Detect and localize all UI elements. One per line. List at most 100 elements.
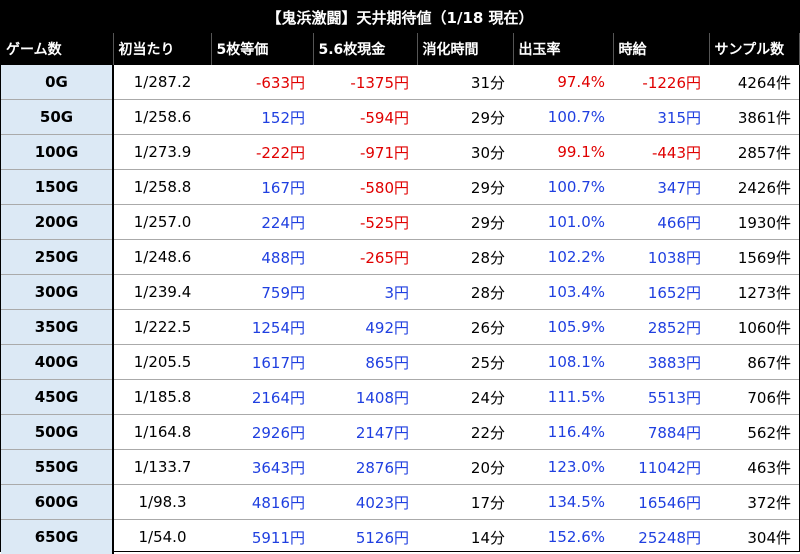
- cell-cash56: 2876円: [313, 450, 417, 485]
- cell-hourly: 1652円: [613, 275, 709, 310]
- cell-game: 250G: [1, 240, 113, 275]
- expected-value-sheet: 【鬼浜激闘】天井期待値（1/18 現在） ゲーム数 初当たり 5枚等価 5.6枚…: [0, 0, 800, 552]
- cell-samples: 4264件: [709, 65, 799, 100]
- cell-cash56: 2147円: [313, 415, 417, 450]
- cell-rate: 108.1%: [513, 345, 613, 380]
- cell-game: 200G: [1, 205, 113, 240]
- cell-game: 450G: [1, 380, 113, 415]
- cell-cash56: 1408円: [313, 380, 417, 415]
- cell-hit: 1/185.8: [113, 380, 211, 415]
- cell-eq5: 2926円: [211, 415, 313, 450]
- col-header-time: 消化時間: [417, 33, 513, 65]
- col-header-samples: サンプル数: [709, 33, 799, 65]
- cell-time: 22分: [417, 415, 513, 450]
- cell-time: 20分: [417, 450, 513, 485]
- cell-rate: 116.4%: [513, 415, 613, 450]
- cell-time: 30分: [417, 135, 513, 170]
- table-row: 450G1/185.82164円1408円24分111.5%5513円706件: [1, 380, 799, 415]
- header-row: ゲーム数 初当たり 5枚等価 5.6枚現金 消化時間 出玉率 時給 サンプル数: [1, 33, 799, 65]
- cell-cash56: -525円: [313, 205, 417, 240]
- cell-cash56: -265円: [313, 240, 417, 275]
- cell-hourly: 5513円: [613, 380, 709, 415]
- col-header-game: ゲーム数: [1, 33, 113, 65]
- table-row: 650G1/54.05911円5126円14分152.6%25248円304件: [1, 520, 799, 554]
- cell-hit: 1/98.3: [113, 485, 211, 520]
- table-row: 50G1/258.6152円-594円29分100.7%315円3861件: [1, 100, 799, 135]
- cell-rate: 105.9%: [513, 310, 613, 345]
- cell-eq5: 1254円: [211, 310, 313, 345]
- cell-rate: 103.4%: [513, 275, 613, 310]
- table-row: 150G1/258.8167円-580円29分100.7%347円2426件: [1, 170, 799, 205]
- cell-game: 100G: [1, 135, 113, 170]
- cell-eq5: 3643円: [211, 450, 313, 485]
- cell-time: 28分: [417, 275, 513, 310]
- col-header-rate: 出玉率: [513, 33, 613, 65]
- cell-game: 400G: [1, 345, 113, 380]
- cell-samples: 1569件: [709, 240, 799, 275]
- cell-hourly: -443円: [613, 135, 709, 170]
- cell-hourly: 1038円: [613, 240, 709, 275]
- table-row: 100G1/273.9-222円-971円30分99.1%-443円2857件: [1, 135, 799, 170]
- cell-time: 29分: [417, 170, 513, 205]
- cell-time: 29分: [417, 100, 513, 135]
- cell-hit: 1/222.5: [113, 310, 211, 345]
- cell-time: 25分: [417, 345, 513, 380]
- cell-hit: 1/258.8: [113, 170, 211, 205]
- cell-eq5: 167円: [211, 170, 313, 205]
- cell-samples: 463件: [709, 450, 799, 485]
- cell-cash56: 865円: [313, 345, 417, 380]
- cell-game: 500G: [1, 415, 113, 450]
- col-header-hit: 初当たり: [113, 33, 211, 65]
- cell-eq5: 488円: [211, 240, 313, 275]
- cell-samples: 1273件: [709, 275, 799, 310]
- cell-hit: 1/205.5: [113, 345, 211, 380]
- table-row: 550G1/133.73643円2876円20分123.0%11042円463件: [1, 450, 799, 485]
- cell-eq5: 1617円: [211, 345, 313, 380]
- cell-time: 26分: [417, 310, 513, 345]
- cell-hit: 1/257.0: [113, 205, 211, 240]
- cell-samples: 2857件: [709, 135, 799, 170]
- expected-value-table: 【鬼浜激闘】天井期待値（1/18 現在） ゲーム数 初当たり 5枚等価 5.6枚…: [1, 1, 800, 554]
- cell-eq5: 224円: [211, 205, 313, 240]
- cell-hourly: 466円: [613, 205, 709, 240]
- table-row: 300G1/239.4759円3円28分103.4%1652円1273件: [1, 275, 799, 310]
- cell-rate: 152.6%: [513, 520, 613, 554]
- cell-hourly: -1226円: [613, 65, 709, 100]
- table-row: 200G1/257.0224円-525円29分101.0%466円1930件: [1, 205, 799, 240]
- cell-samples: 1930件: [709, 205, 799, 240]
- cell-hit: 1/287.2: [113, 65, 211, 100]
- table-row: 250G1/248.6488円-265円28分102.2%1038円1569件: [1, 240, 799, 275]
- cell-hit: 1/54.0: [113, 520, 211, 554]
- cell-game: 650G: [1, 520, 113, 554]
- cell-eq5: 4816円: [211, 485, 313, 520]
- cell-hourly: 315円: [613, 100, 709, 135]
- cell-hit: 1/273.9: [113, 135, 211, 170]
- table-row: 500G1/164.82926円2147円22分116.4%7884円562件: [1, 415, 799, 450]
- table-row: 600G1/98.34816円4023円17分134.5%16546円372件: [1, 485, 799, 520]
- cell-eq5: -222円: [211, 135, 313, 170]
- cell-game: 150G: [1, 170, 113, 205]
- table-row: 0G1/287.2-633円-1375円31分97.4%-1226円4264件: [1, 65, 799, 100]
- cell-samples: 372件: [709, 485, 799, 520]
- cell-hit: 1/239.4: [113, 275, 211, 310]
- cell-samples: 706件: [709, 380, 799, 415]
- cell-hit: 1/248.6: [113, 240, 211, 275]
- cell-cash56: -971円: [313, 135, 417, 170]
- cell-cash56: -1375円: [313, 65, 417, 100]
- cell-game: 300G: [1, 275, 113, 310]
- cell-hourly: 7884円: [613, 415, 709, 450]
- cell-game: 350G: [1, 310, 113, 345]
- cell-hourly: 16546円: [613, 485, 709, 520]
- cell-rate: 134.5%: [513, 485, 613, 520]
- cell-samples: 2426件: [709, 170, 799, 205]
- cell-hit: 1/258.6: [113, 100, 211, 135]
- table-row: 400G1/205.51617円865円25分108.1%3883円867件: [1, 345, 799, 380]
- cell-hourly: 3883円: [613, 345, 709, 380]
- cell-eq5: -633円: [211, 65, 313, 100]
- cell-game: 50G: [1, 100, 113, 135]
- cell-game: 0G: [1, 65, 113, 100]
- cell-rate: 99.1%: [513, 135, 613, 170]
- cell-game: 600G: [1, 485, 113, 520]
- cell-eq5: 152円: [211, 100, 313, 135]
- cell-samples: 304件: [709, 520, 799, 554]
